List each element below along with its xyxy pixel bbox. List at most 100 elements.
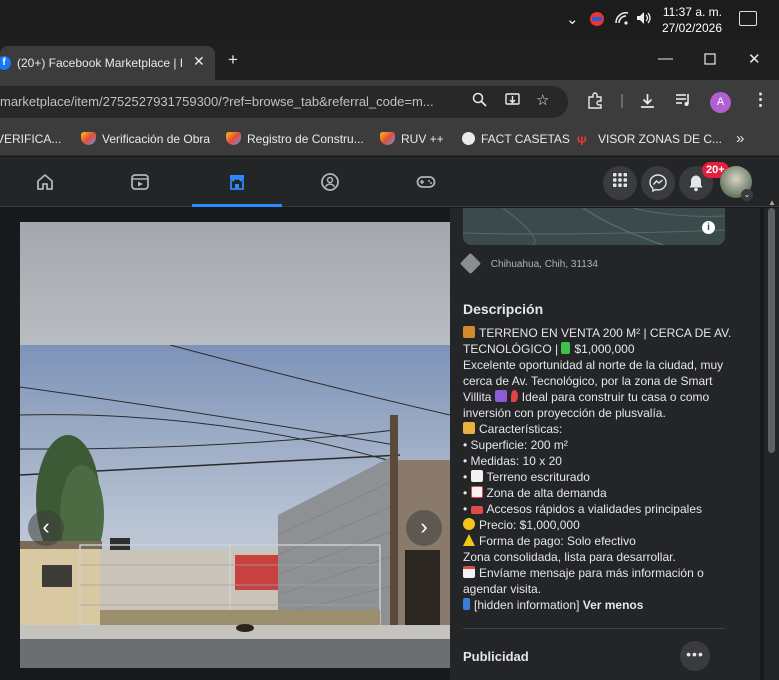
desc-line: Accesos rápidos a vialidades principales xyxy=(486,502,702,516)
bookmark-item[interactable]: RUV ++ xyxy=(380,132,444,146)
previous-photo-button[interactable]: ‹ xyxy=(28,510,64,546)
messenger-icon xyxy=(649,174,667,193)
facebook-navbar: 20+ ⌄ xyxy=(0,157,779,207)
volume-icon[interactable] xyxy=(636,11,652,30)
desc-line: TERRENO EN VENTA 200 M² | CERCA DE AV. xyxy=(479,326,732,340)
clock-time: 11:37 a. m. xyxy=(662,5,722,19)
browser-tab[interactable]: f (20+) Facebook Marketplace | F ✕ xyxy=(0,46,215,80)
scroll-up-icon[interactable]: ▲ xyxy=(768,198,776,207)
desc-line: Zona de alta demanda xyxy=(486,486,607,500)
system-tray: ⌄ 11:37 a. m. 27/02/2026 xyxy=(0,0,779,40)
bookmark-item[interactable]: Ψ VISOR ZONAS DE C... xyxy=(577,132,723,148)
desc-line: [hidden information] xyxy=(474,598,583,612)
location-map[interactable]: i xyxy=(463,208,725,245)
bookmarks-bar: VERIFICA... Verificación de Obra Registr… xyxy=(0,124,779,156)
bookmark-item[interactable]: Verificación de Obra xyxy=(81,132,210,146)
bookmark-star-icon[interactable]: ☆ xyxy=(536,91,549,109)
listing-photo-viewer: ‹ › xyxy=(20,222,450,680)
clock-date: 27/02/2026 xyxy=(661,21,722,35)
crane-emoji-icon xyxy=(463,326,475,338)
tab-home[interactable] xyxy=(0,157,90,207)
desc-line: cerca de Av. Tecnológico, por la zona de… xyxy=(463,374,713,388)
desc-line: Precio: $1,000,000 xyxy=(479,518,580,532)
bookmark-label: Verificación de Obra xyxy=(102,132,211,146)
desc-line: Villita xyxy=(463,390,495,404)
browser-tab-bar: f (20+) Facebook Marketplace | F ✕ + — ✕ xyxy=(0,40,779,80)
gaming-icon xyxy=(416,176,436,188)
car-emoji-icon xyxy=(470,506,483,514)
page-scrollbar[interactable]: ▲ xyxy=(764,198,779,680)
bookmark-label: FACT CASETAS xyxy=(481,132,570,146)
maximize-icon[interactable] xyxy=(704,52,716,69)
pin-emoji-icon xyxy=(510,390,518,402)
chrome-profile-avatar[interactable]: A xyxy=(710,92,731,113)
system-clock[interactable]: 11:37 a. m. 27/02/2026 xyxy=(662,4,722,36)
city-emoji-icon xyxy=(494,390,507,402)
ruler-emoji-icon xyxy=(463,422,475,434)
map-roads xyxy=(463,208,725,245)
url-text[interactable]: marketplace/item/2752527931759300/?ref=b… xyxy=(0,94,440,109)
bookmark-label: VISOR ZONAS DE C... xyxy=(598,132,723,146)
map-info-icon[interactable]: i xyxy=(702,221,715,234)
phone-emoji-icon xyxy=(463,598,470,610)
tab-video[interactable] xyxy=(95,157,185,207)
bookmark-item[interactable]: FACT CASETAS xyxy=(462,132,570,146)
zoom-icon[interactable] xyxy=(472,92,487,111)
media-queue-icon[interactable] xyxy=(675,92,692,111)
more-bookmarks-icon[interactable]: » xyxy=(736,130,744,147)
section-divider xyxy=(463,628,725,629)
bookmark-item[interactable]: VERIFICA... xyxy=(0,132,61,146)
tab-close-icon[interactable]: ✕ xyxy=(193,53,205,70)
desc-line: inversión con proyección de plusvalía. xyxy=(463,406,666,420)
wifi-icon[interactable] xyxy=(614,11,630,30)
desc-line: • Medidas: 10 x 20 xyxy=(463,454,562,468)
notifications-icon[interactable] xyxy=(739,11,757,26)
tab-gaming[interactable] xyxy=(381,157,471,207)
home-icon xyxy=(37,174,53,190)
next-photo-button[interactable]: › xyxy=(406,510,442,546)
desc-line: • xyxy=(463,502,471,516)
bookmark-label: Registro de Constru... xyxy=(247,132,364,146)
downloads-icon[interactable] xyxy=(639,92,656,113)
dollar-emoji-icon xyxy=(561,342,571,354)
see-less-link[interactable]: Ver menos xyxy=(583,598,644,612)
bookmark-item[interactable]: Registro de Constru... xyxy=(226,132,364,146)
desc-line: Excelente oportunidad al norte de la ciu… xyxy=(463,358,724,372)
close-window-icon[interactable]: ✕ xyxy=(748,50,761,68)
bookmark-label: RUV ++ xyxy=(401,132,444,146)
extensions-icon[interactable] xyxy=(586,92,604,114)
scroll-thumb[interactable] xyxy=(768,208,775,453)
shield-app-icon[interactable] xyxy=(589,11,605,32)
grid-icon xyxy=(613,173,627,187)
desc-line: Envíame mensaje para más información o xyxy=(479,566,704,580)
listing-content: ‹ › i Chihuahua, Chih, 31134 Descripción… xyxy=(0,198,779,680)
marketplace-icon xyxy=(230,175,244,190)
ruv-icon xyxy=(226,132,241,145)
envelope-emoji-icon xyxy=(463,566,475,578)
chrome-menu-icon[interactable]: ⋮ xyxy=(752,90,769,110)
new-tab-icon[interactable]: + xyxy=(228,50,238,70)
chart-emoji-icon xyxy=(470,486,483,498)
messenger-button[interactable] xyxy=(641,166,675,200)
more-options-button[interactable]: ••• xyxy=(680,641,710,671)
bell-icon xyxy=(689,175,703,192)
medal-emoji-icon xyxy=(463,518,475,530)
description-heading: Descripción xyxy=(463,301,544,317)
chevron-up-icon[interactable]: ⌄ xyxy=(566,11,579,29)
account-chevron-icon[interactable]: ⌄ xyxy=(741,189,753,201)
desc-price-inline: $1,000,000 xyxy=(574,342,635,356)
tab-groups[interactable] xyxy=(285,157,375,207)
listing-details-panel: i Chihuahua, Chih, 31134 Descripción TER… xyxy=(450,208,760,680)
tab-marketplace[interactable] xyxy=(192,157,282,207)
minimize-icon[interactable]: — xyxy=(658,50,673,67)
address-bar[interactable]: marketplace/item/2752527931759300/?ref=b… xyxy=(0,86,568,118)
document-emoji-icon xyxy=(470,470,483,482)
desc-line: Zona consolidada, lista para desarrollar… xyxy=(463,550,676,564)
install-app-icon[interactable] xyxy=(505,92,521,111)
desc-line: • xyxy=(463,486,471,500)
desc-line: • xyxy=(463,470,471,484)
desc-line: Ideal para construir tu casa o como xyxy=(521,390,710,404)
globe-icon xyxy=(462,132,475,145)
menu-grid-button[interactable] xyxy=(603,166,637,200)
desc-line: agendar visita. xyxy=(463,582,542,596)
